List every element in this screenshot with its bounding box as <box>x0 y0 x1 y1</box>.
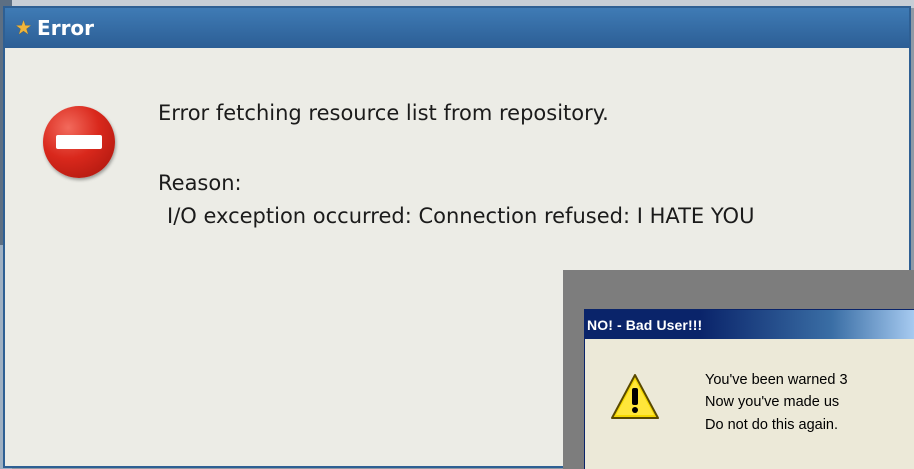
warning-dialog-frame: NO! - Bad User!!! You've been warned 3 N… <box>563 270 914 469</box>
stop-icon <box>43 106 115 178</box>
reason-label: Reason: <box>158 171 242 195</box>
warning-dialog: NO! - Bad User!!! You've been warned 3 N… <box>584 309 914 469</box>
warning-icon <box>611 374 659 419</box>
error-dialog-title: Error <box>37 16 95 40</box>
warning-line: Do not do this again. <box>705 417 839 433</box>
warning-line: Now you've made us <box>705 394 840 410</box>
warning-dialog-titlebar[interactable]: NO! - Bad User!!! <box>585 310 914 339</box>
warning-dialog-title: NO! - Bad User!!! <box>587 316 703 333</box>
star-icon: ★ <box>15 16 33 39</box>
error-dialog-titlebar[interactable]: ★ Error <box>5 8 909 48</box>
warning-line: You've been warned 3 <box>705 372 848 388</box>
reason-detail: I/O exception occurred: Connection refus… <box>167 204 755 228</box>
error-message: Error fetching resource list from reposi… <box>158 101 609 125</box>
stop-icon-bar <box>56 135 102 149</box>
